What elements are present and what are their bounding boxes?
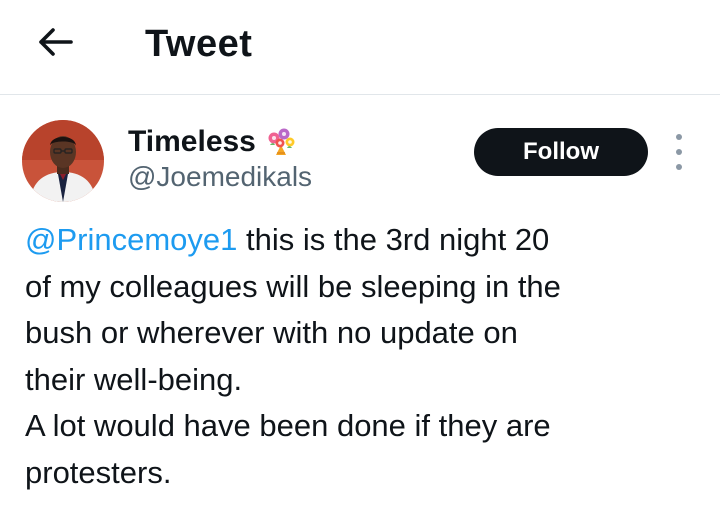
arrow-left-icon <box>39 28 73 56</box>
profile-photo <box>22 120 104 202</box>
back-button[interactable] <box>30 22 80 62</box>
avatar[interactable] <box>22 120 104 202</box>
more-dot <box>676 164 682 170</box>
more-vertical-icon[interactable] <box>668 134 690 170</box>
author-handle[interactable]: @Joemedikals <box>128 160 312 194</box>
top-app-bar: Tweet <box>0 0 720 95</box>
tweet-text: @Princemoye1 this is the 3rd night 20 of… <box>25 217 705 496</box>
tweet-body: this is the 3rd night 20 of my colleague… <box>25 222 561 490</box>
page-title: Tweet <box>145 23 253 65</box>
mention-link[interactable]: @Princemoye1 <box>25 222 237 257</box>
more-dot <box>676 149 682 155</box>
more-dot <box>676 134 682 140</box>
author-name-row[interactable]: Timeless <box>128 124 298 160</box>
follow-button[interactable]: Follow <box>474 128 648 176</box>
author-name: Timeless <box>128 125 256 158</box>
bouquet-icon <box>268 128 295 155</box>
